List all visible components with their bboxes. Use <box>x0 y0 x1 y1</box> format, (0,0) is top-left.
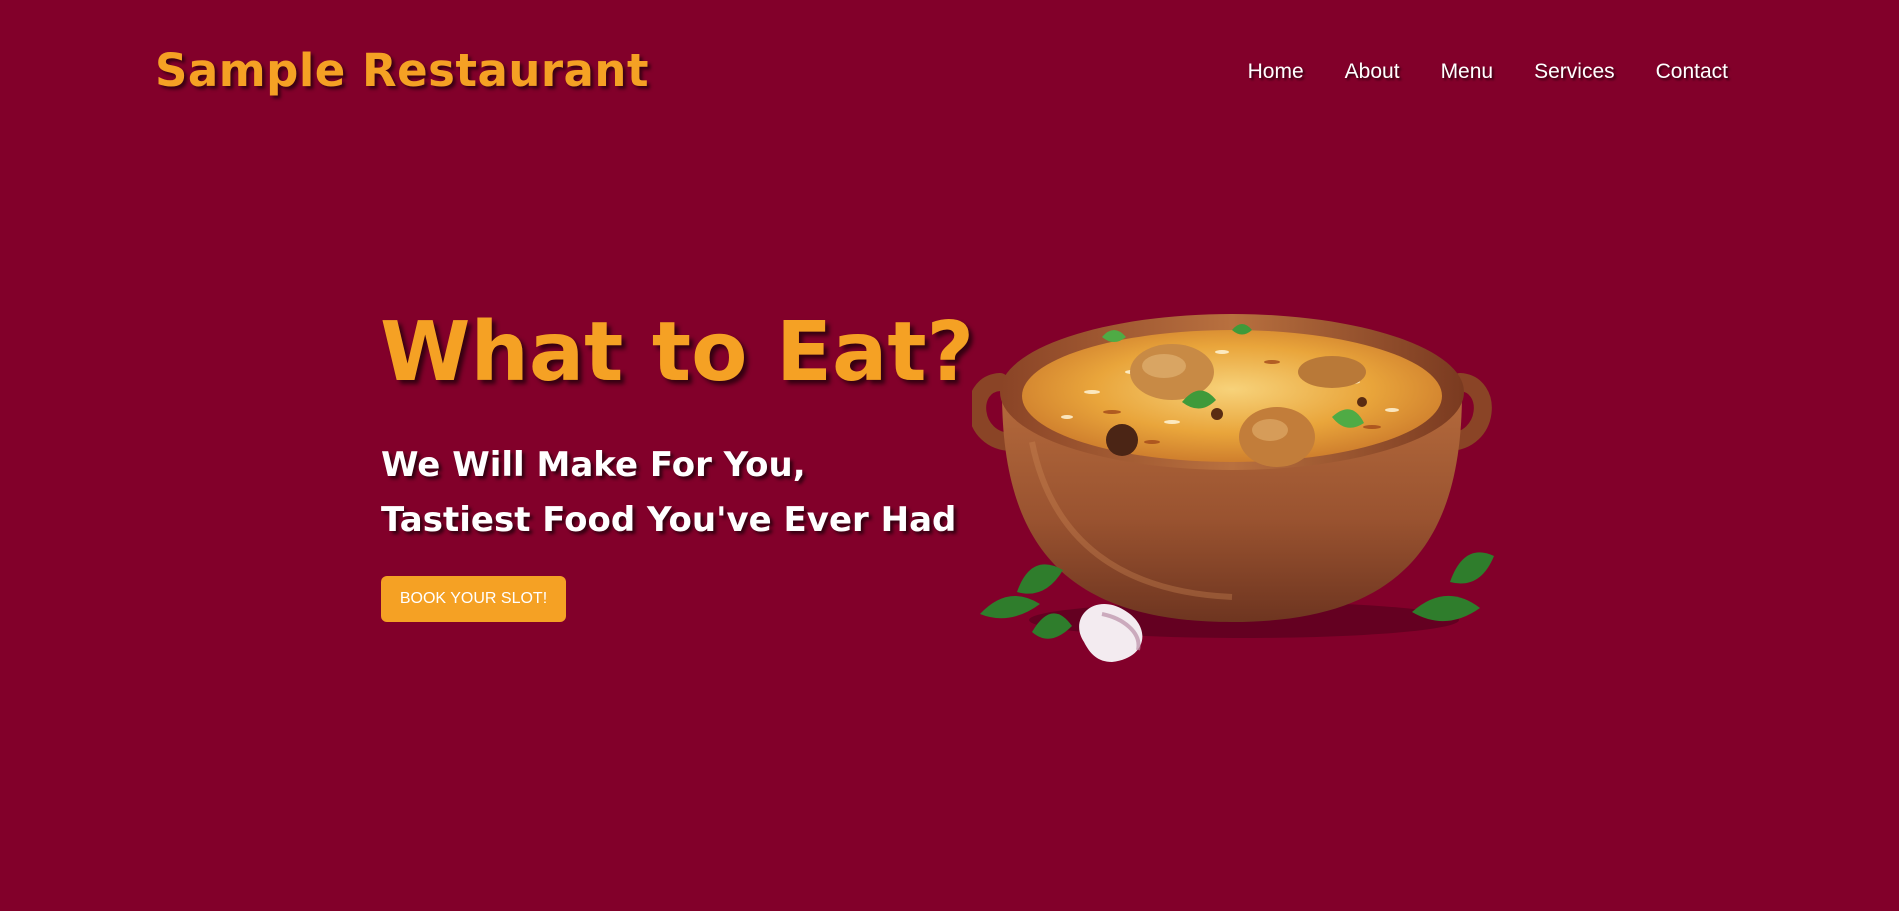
book-slot-button[interactable]: BOOK YOUR SLOT! <box>381 576 566 622</box>
brand-logo[interactable]: Sample Restaurant <box>155 44 649 97</box>
hero-title: What to Eat? <box>380 305 975 400</box>
main-nav: Home About Menu Services Contact <box>1248 60 1728 84</box>
biryani-bowl-image <box>972 314 1494 662</box>
nav-about[interactable]: About <box>1345 60 1400 84</box>
hero-subtitle-line-2: Tastiest Food You've Ever Had <box>381 500 957 540</box>
hero-subtitle-line-1: We Will Make For You, <box>381 445 806 485</box>
nav-contact[interactable]: Contact <box>1656 60 1728 84</box>
nav-menu[interactable]: Menu <box>1441 60 1494 84</box>
hero-subtitle: We Will Make For You, Tastiest Food You'… <box>381 438 956 548</box>
nav-services[interactable]: Services <box>1534 60 1615 84</box>
nav-home[interactable]: Home <box>1248 60 1304 84</box>
